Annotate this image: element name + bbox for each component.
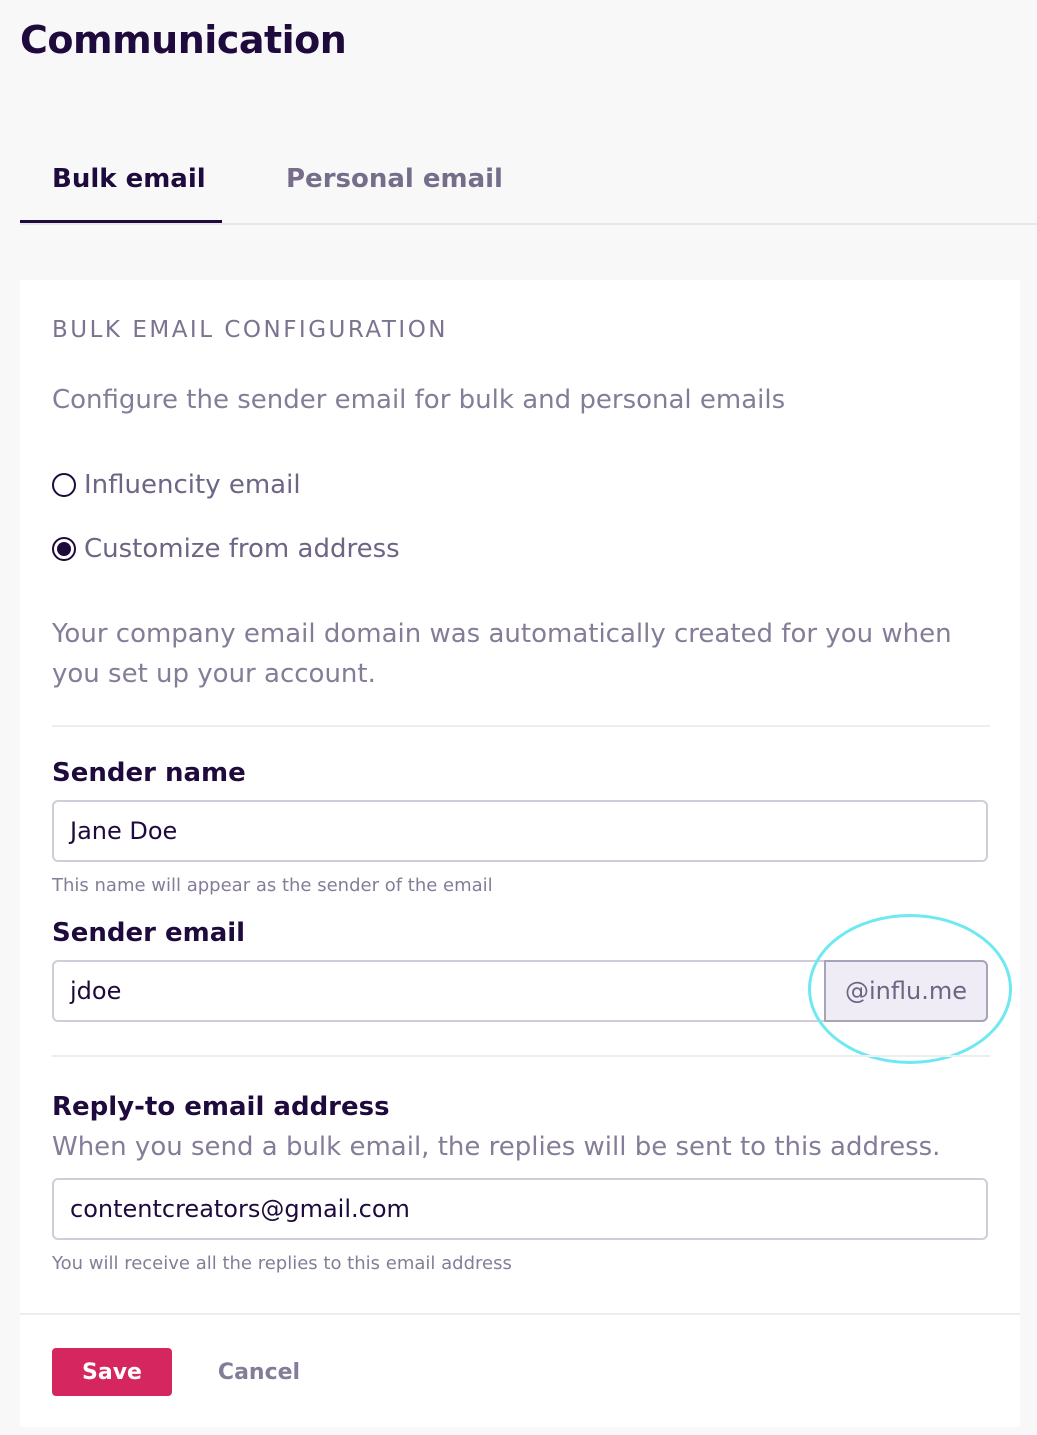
- footer-divider: [20, 1313, 1020, 1315]
- reply-to-helper: You will receive all the replies to this…: [52, 1253, 512, 1274]
- sender-name-input[interactable]: Jane Doe: [52, 800, 988, 862]
- reply-to-label: Reply-to email address: [52, 1092, 390, 1122]
- domain-info-text: Your company email domain was automatica…: [52, 619, 952, 689]
- sender-email-label: Sender email: [52, 918, 246, 948]
- divider: [52, 1055, 990, 1057]
- reply-to-input[interactable]: contentcreators@gmail.com: [52, 1178, 988, 1240]
- save-button[interactable]: Save: [52, 1348, 172, 1396]
- email-domain-suffix: @influ.me: [824, 960, 988, 1022]
- active-tab-indicator: [20, 220, 222, 223]
- tab-personal-email[interactable]: Personal email: [286, 164, 503, 194]
- bulk-email-config-card: BULK EMAIL CONFIGURATION Configure the s…: [20, 280, 1020, 1427]
- cancel-button[interactable]: Cancel: [206, 1348, 312, 1396]
- divider: [52, 725, 990, 727]
- tab-bar: Bulk email Personal email: [20, 150, 1037, 225]
- sender-email-value: jdoe: [70, 977, 122, 1005]
- page-title: Communication: [20, 18, 347, 62]
- section-description: Configure the sender email for bulk and …: [52, 385, 786, 415]
- sender-email-input[interactable]: jdoe @influ.me: [52, 960, 988, 1022]
- radio-button-checked[interactable]: [52, 537, 76, 561]
- radio-label: Customize from address: [84, 534, 400, 564]
- radio-button-unchecked[interactable]: [52, 473, 76, 497]
- sender-name-helper: This name will appear as the sender of t…: [52, 875, 493, 896]
- sender-name-label: Sender name: [52, 758, 246, 788]
- radio-option-customize-from-address[interactable]: Customize from address: [52, 534, 400, 564]
- section-heading: BULK EMAIL CONFIGURATION: [52, 317, 449, 343]
- radio-label: Influencity email: [84, 470, 301, 500]
- radio-option-influencity-email[interactable]: Influencity email: [52, 470, 301, 500]
- reply-to-description: When you send a bulk email, the replies …: [52, 1132, 941, 1162]
- tab-bulk-email[interactable]: Bulk email: [52, 164, 206, 194]
